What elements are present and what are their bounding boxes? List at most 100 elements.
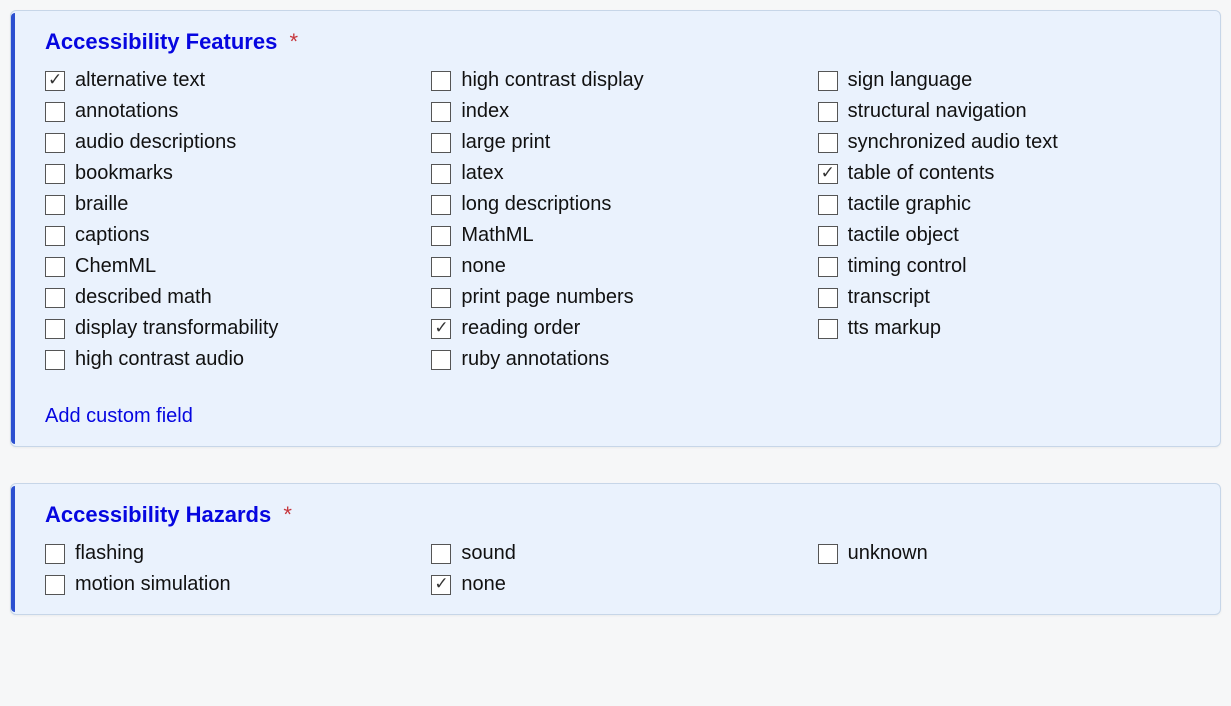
checkbox-icon[interactable] [818, 133, 838, 153]
checkbox-label: display transformability [75, 317, 278, 340]
feature-option[interactable]: none [431, 255, 805, 278]
hazard-option[interactable]: flashing [45, 542, 419, 565]
checkbox-icon[interactable] [45, 544, 65, 564]
checkbox-icon[interactable] [431, 102, 451, 122]
feature-option[interactable]: ruby annotations [431, 348, 805, 371]
feature-option[interactable]: described math [45, 286, 419, 309]
checkbox-icon[interactable] [45, 257, 65, 277]
feature-option[interactable]: transcript [818, 286, 1192, 309]
checkbox-icon[interactable] [818, 102, 838, 122]
checkbox-icon[interactable] [431, 350, 451, 370]
feature-option[interactable]: timing control [818, 255, 1192, 278]
checkbox-label: print page numbers [461, 286, 633, 309]
checkbox-label: alternative text [75, 69, 205, 92]
feature-option[interactable]: tactile object [818, 224, 1192, 247]
checkbox-icon[interactable] [45, 288, 65, 308]
feature-option[interactable]: MathML [431, 224, 805, 247]
checkbox-label: sound [461, 542, 516, 565]
feature-option[interactable]: index [431, 100, 805, 123]
checkbox-label: bookmarks [75, 162, 173, 185]
feature-option[interactable]: latex [431, 162, 805, 185]
checkbox-icon[interactable] [431, 164, 451, 184]
feature-option[interactable]: tactile graphic [818, 193, 1192, 216]
checkbox-icon[interactable] [431, 71, 451, 91]
feature-option[interactable]: braille [45, 193, 419, 216]
checkbox-icon[interactable] [431, 226, 451, 246]
checkbox-label: large print [461, 131, 550, 154]
checkbox-icon[interactable] [45, 102, 65, 122]
checkbox-label: annotations [75, 100, 178, 123]
checkbox-icon[interactable] [45, 350, 65, 370]
feature-option[interactable]: display transformability [45, 317, 419, 340]
feature-option[interactable]: high contrast audio [45, 348, 419, 371]
checkbox-icon[interactable] [431, 544, 451, 564]
checkbox-icon[interactable] [431, 288, 451, 308]
checkbox-icon[interactable] [45, 319, 65, 339]
checkbox-label: none [461, 573, 506, 596]
feature-option[interactable]: structural navigation [818, 100, 1192, 123]
checkbox-label: reading order [461, 317, 580, 340]
checkbox-label: flashing [75, 542, 144, 565]
checkbox-icon[interactable] [818, 195, 838, 215]
panel-title-text: Accessibility Features [45, 29, 277, 54]
feature-option[interactable]: table of contents [818, 162, 1192, 185]
checkbox-icon[interactable] [818, 544, 838, 564]
checkbox-label: none [461, 255, 506, 278]
checkbox-label: table of contents [848, 162, 995, 185]
add-custom-field-link[interactable]: Add custom field [45, 405, 193, 428]
feature-option[interactable]: tts markup [818, 317, 1192, 340]
hazard-option[interactable]: unknown [818, 542, 1192, 565]
feature-option[interactable]: captions [45, 224, 419, 247]
feature-option[interactable]: large print [431, 131, 805, 154]
checkbox-label: MathML [461, 224, 533, 247]
checkbox-label: sign language [848, 69, 973, 92]
hazard-option[interactable]: sound [431, 542, 805, 565]
feature-option[interactable]: sign language [818, 69, 1192, 92]
checkbox-label: transcript [848, 286, 930, 309]
required-mark: * [283, 502, 292, 527]
panel-title: Accessibility Features * [45, 29, 1192, 55]
feature-option[interactable]: reading order [431, 317, 805, 340]
checkbox-label: index [461, 100, 509, 123]
checkbox-icon[interactable] [818, 71, 838, 91]
checkbox-icon[interactable] [818, 257, 838, 277]
checkbox-label: latex [461, 162, 503, 185]
feature-option[interactable]: long descriptions [431, 193, 805, 216]
checkbox-icon[interactable] [45, 71, 65, 91]
checkbox-icon[interactable] [45, 575, 65, 595]
feature-option[interactable]: ChemML [45, 255, 419, 278]
checkbox-label: tactile graphic [848, 193, 971, 216]
checkbox-icon[interactable] [431, 319, 451, 339]
checkbox-label: audio descriptions [75, 131, 236, 154]
checkbox-icon[interactable] [45, 195, 65, 215]
hazard-option[interactable]: motion simulation [45, 573, 419, 596]
checkbox-icon[interactable] [45, 133, 65, 153]
checkbox-label: tactile object [848, 224, 959, 247]
checkbox-icon[interactable] [818, 226, 838, 246]
feature-option[interactable]: audio descriptions [45, 131, 419, 154]
checkbox-icon[interactable] [431, 195, 451, 215]
checkbox-icon[interactable] [818, 319, 838, 339]
checkbox-icon[interactable] [818, 164, 838, 184]
checkbox-icon[interactable] [431, 575, 451, 595]
checkbox-label: ruby annotations [461, 348, 609, 371]
checkbox-label: long descriptions [461, 193, 611, 216]
feature-option[interactable]: bookmarks [45, 162, 419, 185]
feature-option[interactable]: high contrast display [431, 69, 805, 92]
checkbox-icon[interactable] [45, 164, 65, 184]
hazard-option[interactable]: none [431, 573, 805, 596]
checkbox-label: motion simulation [75, 573, 231, 596]
checkbox-label: structural navigation [848, 100, 1027, 123]
checkbox-label: timing control [848, 255, 967, 278]
checkbox-icon[interactable] [431, 257, 451, 277]
feature-option[interactable]: alternative text [45, 69, 419, 92]
feature-option[interactable]: print page numbers [431, 286, 805, 309]
checkbox-icon[interactable] [45, 226, 65, 246]
checkbox-icon[interactable] [818, 288, 838, 308]
checkbox-icon[interactable] [431, 133, 451, 153]
accessibility-features-panel: Accessibility Features * alternative tex… [10, 10, 1221, 447]
checkbox-label: high contrast audio [75, 348, 244, 371]
panel-title-text: Accessibility Hazards [45, 502, 271, 527]
feature-option[interactable]: annotations [45, 100, 419, 123]
feature-option[interactable]: synchronized audio text [818, 131, 1192, 154]
